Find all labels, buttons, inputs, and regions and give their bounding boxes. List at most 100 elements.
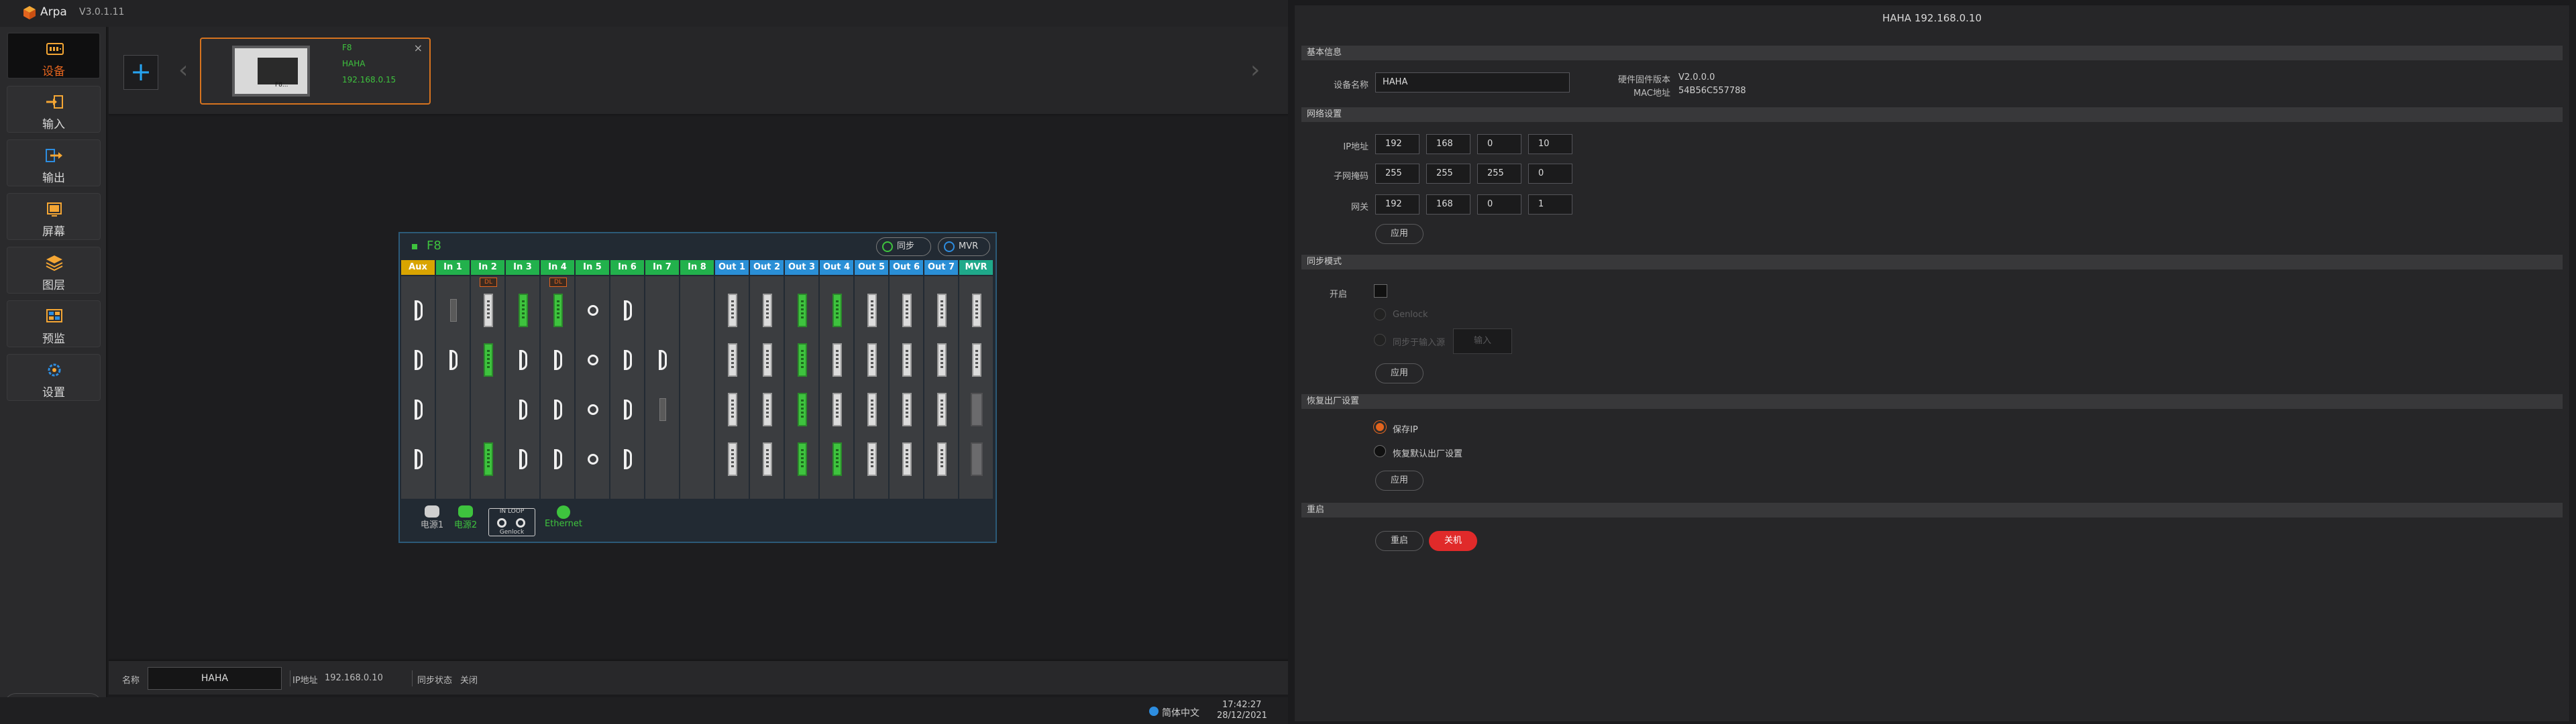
- port-icon[interactable]: [798, 442, 807, 476]
- add-device-button[interactable]: +: [123, 55, 158, 90]
- slot-column[interactable]: [506, 276, 541, 499]
- port-icon[interactable]: [937, 393, 947, 426]
- port-icon[interactable]: [450, 299, 457, 322]
- slot-column[interactable]: DL: [471, 276, 506, 499]
- sidebar-item-input[interactable]: 输入: [7, 86, 101, 133]
- slot-header-out-6[interactable]: Out 6: [890, 260, 923, 275]
- port-icon[interactable]: [798, 393, 807, 426]
- port-icon[interactable]: [624, 300, 632, 320]
- slot-header-in-5[interactable]: In 5: [576, 260, 609, 275]
- port-icon[interactable]: [519, 449, 527, 469]
- scroll-right-icon[interactable]: ›: [1250, 56, 1260, 84]
- gateway-octet-input[interactable]: 168: [1426, 194, 1470, 215]
- port-icon[interactable]: [449, 350, 458, 370]
- close-icon[interactable]: ×: [414, 42, 423, 54]
- port-icon[interactable]: [971, 393, 983, 426]
- slot-column[interactable]: [436, 276, 471, 499]
- factory-apply-button[interactable]: 应用: [1375, 471, 1424, 491]
- slot-header-in-8[interactable]: In 8: [680, 260, 714, 275]
- port-icon[interactable]: [902, 294, 912, 327]
- input-source-radio[interactable]: [1374, 334, 1386, 346]
- genlock-radio[interactable]: [1374, 308, 1386, 320]
- restart-button[interactable]: 重启: [1375, 531, 1424, 551]
- slot-column[interactable]: [401, 276, 436, 499]
- slot-header-out-5[interactable]: Out 5: [855, 260, 888, 275]
- sidebar-item-layers[interactable]: 图层: [7, 247, 101, 294]
- sync-enable-checkbox[interactable]: [1374, 284, 1387, 298]
- port-icon[interactable]: [937, 442, 947, 476]
- port-icon[interactable]: [763, 294, 772, 327]
- device-card[interactable]: F8... F8 HAHA 192.168.0.15 ×: [200, 38, 431, 105]
- mask-octet-input[interactable]: 255: [1426, 164, 1470, 184]
- slot-header-out-7[interactable]: Out 7: [924, 260, 958, 275]
- port-icon[interactable]: [588, 454, 598, 465]
- port-icon[interactable]: [624, 350, 632, 370]
- port-icon[interactable]: [902, 343, 912, 377]
- slot-header-in-4[interactable]: In 4: [541, 260, 574, 275]
- port-icon[interactable]: [833, 393, 842, 426]
- gateway-octet-input[interactable]: 0: [1477, 194, 1521, 215]
- slot-column[interactable]: [820, 276, 855, 499]
- port-icon[interactable]: [415, 400, 423, 420]
- slot-column[interactable]: [785, 276, 820, 499]
- slot-header-out-1[interactable]: Out 1: [715, 260, 749, 275]
- port-icon[interactable]: [554, 449, 562, 469]
- port-icon[interactable]: [833, 294, 842, 327]
- slot-column[interactable]: [959, 276, 994, 499]
- sidebar-item-screen[interactable]: 屏幕: [7, 193, 101, 240]
- port-icon[interactable]: [659, 350, 667, 370]
- slot-header-out-3[interactable]: Out 3: [785, 260, 818, 275]
- port-icon[interactable]: [519, 400, 527, 420]
- ip-octet-input[interactable]: 192: [1375, 134, 1419, 154]
- port-icon[interactable]: [553, 294, 563, 327]
- slot-header-in-3[interactable]: In 3: [506, 260, 539, 275]
- slot-column[interactable]: [610, 276, 645, 499]
- slot-column[interactable]: [924, 276, 959, 499]
- mvr-button[interactable]: MVR: [938, 237, 990, 256]
- ip-octet-input[interactable]: 0: [1477, 134, 1521, 154]
- port-icon[interactable]: [624, 449, 632, 469]
- port-icon[interactable]: [798, 294, 807, 327]
- slot-column[interactable]: [680, 276, 715, 499]
- slot-column[interactable]: DL: [541, 276, 576, 499]
- port-icon[interactable]: [415, 449, 423, 469]
- slot-header-in-1[interactable]: In 1: [436, 260, 470, 275]
- port-icon[interactable]: [763, 393, 772, 426]
- slot-header-mvr[interactable]: MVR: [959, 260, 993, 275]
- port-icon[interactable]: [763, 442, 772, 476]
- name-field[interactable]: HAHA: [148, 667, 282, 690]
- sidebar-item-device[interactable]: 设备: [7, 32, 101, 79]
- port-icon[interactable]: [798, 343, 807, 377]
- slot-column[interactable]: [715, 276, 750, 499]
- input-source-select[interactable]: 输入: [1453, 328, 1512, 354]
- slot-header-aux[interactable]: Aux: [401, 260, 435, 275]
- shutdown-button[interactable]: 关机: [1429, 531, 1477, 551]
- port-icon[interactable]: [937, 294, 947, 327]
- ip-octet-input[interactable]: 10: [1528, 134, 1572, 154]
- port-icon[interactable]: [624, 400, 632, 420]
- port-icon[interactable]: [867, 442, 877, 476]
- port-icon[interactable]: [554, 350, 562, 370]
- slot-header-out-2[interactable]: Out 2: [750, 260, 784, 275]
- restore-default-radio[interactable]: [1374, 445, 1386, 457]
- ip-octet-input[interactable]: 168: [1426, 134, 1470, 154]
- sidebar-item-settings[interactable]: 设置: [7, 354, 101, 401]
- port-icon[interactable]: [588, 404, 598, 415]
- sync-apply-button[interactable]: 应用: [1375, 363, 1424, 383]
- scroll-left-icon[interactable]: ‹: [178, 56, 188, 84]
- port-icon[interactable]: [902, 393, 912, 426]
- language-selector[interactable]: 简体中文: [1162, 706, 1199, 719]
- sidebar-item-preview[interactable]: 预监: [7, 300, 101, 347]
- mask-octet-input[interactable]: 255: [1375, 164, 1419, 184]
- port-icon[interactable]: [937, 343, 947, 377]
- port-icon[interactable]: [728, 343, 737, 377]
- sync-button[interactable]: 同步: [876, 237, 931, 256]
- device-name-input[interactable]: HAHA: [1375, 72, 1570, 93]
- port-icon[interactable]: [972, 294, 981, 327]
- slot-column[interactable]: [576, 276, 610, 499]
- slot-column[interactable]: [855, 276, 890, 499]
- port-icon[interactable]: [972, 343, 981, 377]
- port-icon[interactable]: [519, 350, 527, 370]
- port-icon[interactable]: [902, 442, 912, 476]
- device-panel[interactable]: F8 同步 MVR Aux In 1 In 2 In 3 In 4 In 5 In 6 In …: [398, 232, 997, 543]
